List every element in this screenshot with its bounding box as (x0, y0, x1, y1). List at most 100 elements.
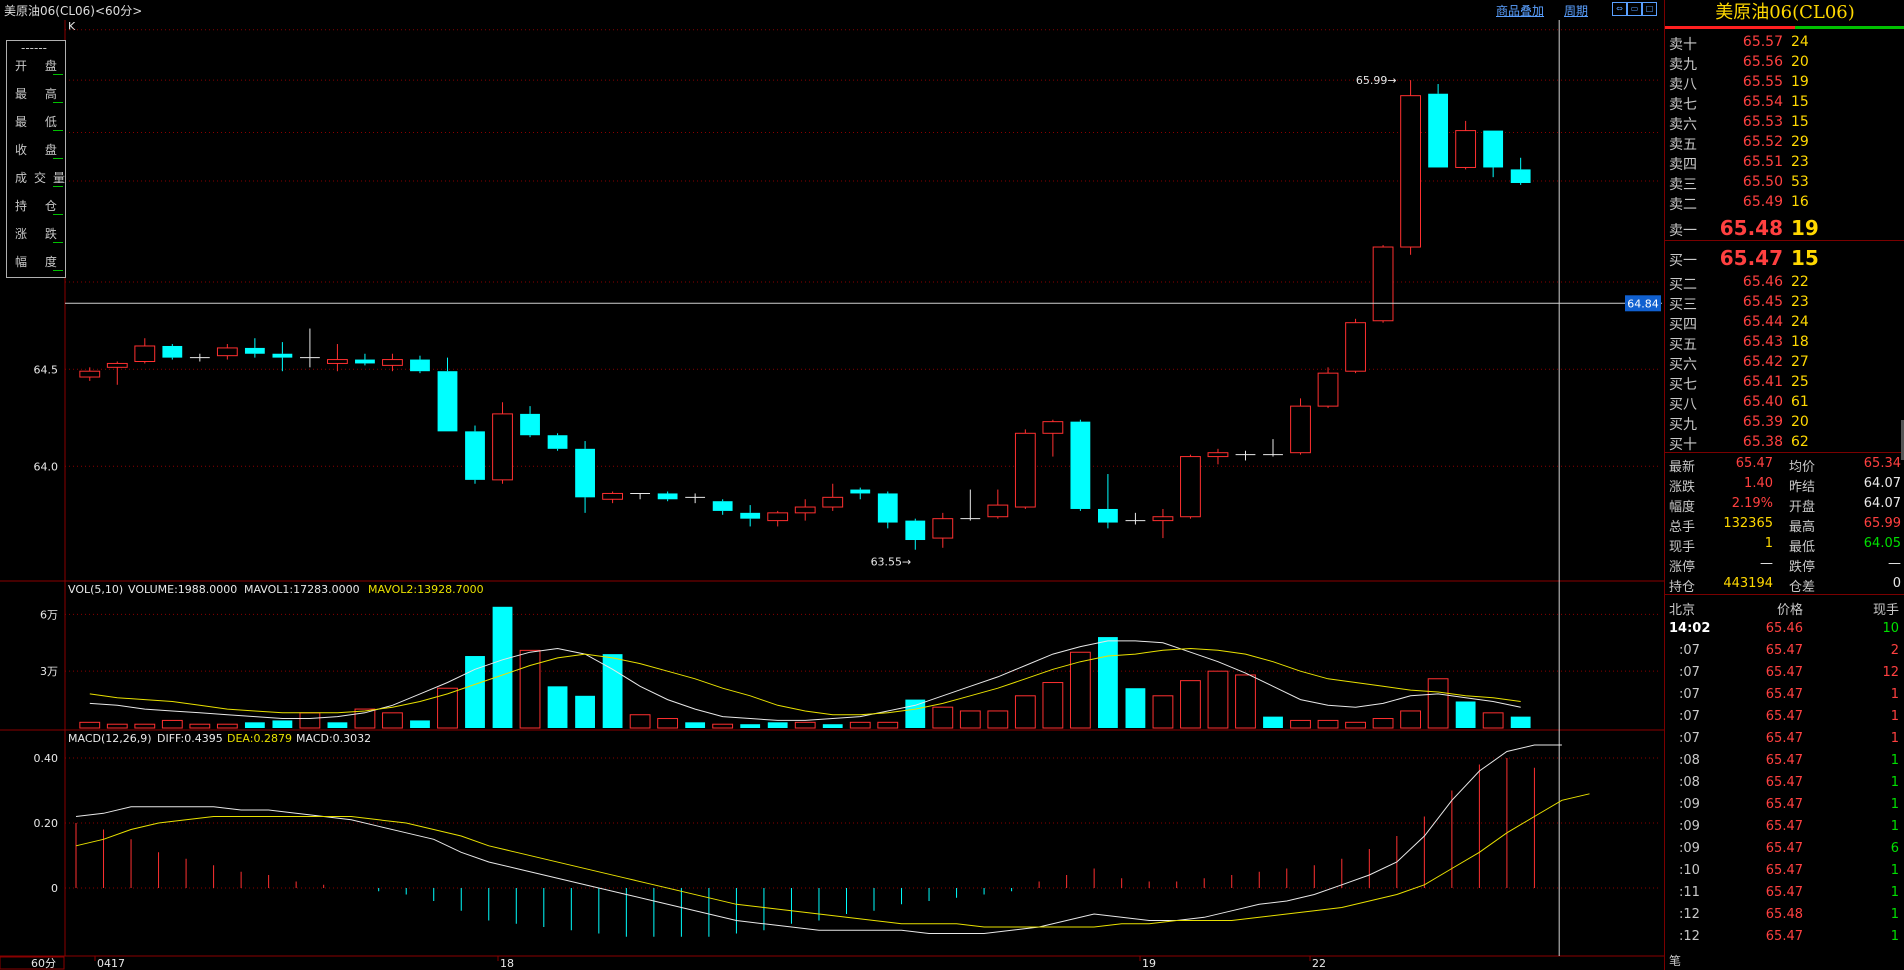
stat-label: 涨跌 (1669, 480, 1696, 495)
info-underline (53, 158, 63, 159)
tick-time: :09 (1679, 797, 1700, 812)
candle-up (987, 504, 1009, 518)
orderbook-vol: 22 (1791, 274, 1809, 290)
buy-level[interactable]: 买四 65.44 24 (1665, 312, 1904, 333)
sell-level[interactable]: 卖五 65.52 29 (1665, 132, 1904, 153)
orderbook-vol: 61 (1791, 394, 1809, 410)
tick-volume: 2 (1890, 643, 1899, 658)
info-row: 涨 跌 (7, 223, 65, 247)
info-underline (53, 270, 63, 271)
candle-down (850, 489, 871, 494)
orderbook-price: 65.42 (1742, 354, 1783, 370)
buy-level[interactable]: 买十 65.38 62 (1665, 432, 1904, 453)
info-label: 最 低 (15, 115, 64, 129)
volume-bar (299, 712, 321, 729)
sell-level[interactable]: 卖三 65.50 53 (1665, 172, 1904, 193)
title-bar: 美原油06(CL06)<60分> 商品叠加 周期 ⇔ ▭ □ (0, 0, 1662, 19)
tick-header: 北京 价格 现手 (1665, 596, 1904, 618)
orderbook-label: 买九 (1669, 417, 1697, 433)
orderbook-price: 65.52 (1742, 134, 1783, 150)
stat-row: 涨停 — 跌停 — (1665, 554, 1904, 575)
volume-bar (657, 718, 679, 729)
period-link[interactable]: 周期 (1564, 2, 1588, 19)
tick-price: 65.47 (1765, 841, 1803, 856)
info-label: 收 盘 (15, 143, 64, 157)
volume-bar (1482, 712, 1504, 729)
tick-row: :08 65.47 1 (1665, 772, 1904, 794)
maximize-icon[interactable]: □ (1642, 2, 1657, 16)
stat-value: 64.07 (1863, 476, 1901, 491)
volume-bar (519, 649, 541, 729)
tick-tab[interactable]: 笔 (1669, 952, 1681, 969)
macd-ytick: 0 (51, 882, 58, 895)
sell-level[interactable]: 卖九 65.56 20 (1665, 52, 1904, 73)
candle-up (79, 370, 101, 378)
ohlc-info-box: ------ 开 盘最 高最 低收 盘成交量持 仓涨 跌幅 度 (6, 40, 66, 278)
restore-icon[interactable]: ⇔ (1612, 2, 1627, 16)
candle-down (465, 431, 485, 480)
sell-level[interactable]: 卖一 65.48 19 (1665, 216, 1904, 240)
volume-bar (1125, 688, 1146, 728)
stat-value: 443194 (1723, 576, 1773, 591)
volume-bar (1400, 710, 1421, 729)
candle-up (1372, 246, 1394, 322)
sell-level[interactable]: 卖八 65.55 19 (1665, 72, 1904, 93)
tick-row: 14:02 65.46 10 (1665, 618, 1904, 640)
tick-header-cell: 北京 (1669, 603, 1696, 618)
info-label: 持 仓 (15, 199, 64, 213)
tick-price: 65.47 (1765, 753, 1803, 768)
tick-price: 65.47 (1765, 929, 1803, 944)
sell-level[interactable]: 卖十 65.57 24 (1665, 32, 1904, 53)
xaxis-label: 19 (1142, 957, 1156, 970)
sell-level[interactable]: 卖二 65.49 16 (1665, 192, 1904, 213)
info-underline (53, 186, 63, 187)
minimize-icon[interactable]: ▭ (1627, 2, 1642, 16)
buy-level[interactable]: 买二 65.46 22 (1665, 272, 1904, 293)
volume-bar (547, 686, 568, 728)
tick-volume: 1 (1890, 863, 1899, 878)
volume-bar (1317, 719, 1339, 729)
macd-header-macd: MACD:0.3032 (296, 732, 371, 745)
volume-bar (1263, 716, 1283, 728)
stat-label: 最高 (1789, 520, 1816, 535)
orderbook-label: 买七 (1669, 377, 1697, 393)
buy-level[interactable]: 买三 65.45 23 (1665, 292, 1904, 313)
stat-label: 最低 (1789, 540, 1816, 555)
sell-level[interactable]: 卖四 65.51 23 (1665, 152, 1904, 173)
vol-header-volume: VOLUME:1988.0000 (128, 583, 237, 596)
buy-level[interactable]: 买七 65.41 25 (1665, 372, 1904, 393)
chart-area[interactable]: K 64.5 64.0 65.99→ 63.55→ 64.84 VOL(5,10) VOLUM… (0, 18, 1664, 970)
tick-price: 65.47 (1765, 885, 1803, 900)
orderbook-vol: 27 (1791, 354, 1809, 370)
volume-bar (575, 695, 595, 728)
tick-price: 65.47 (1765, 709, 1803, 724)
tick-time: :07 (1679, 731, 1700, 746)
volume-bar (1427, 678, 1449, 729)
candle-down (437, 371, 458, 432)
orderbook-label: 买一 (1669, 253, 1697, 269)
sell-level[interactable]: 卖六 65.53 15 (1665, 112, 1904, 133)
vol-header-name: VOL(5,10) (68, 583, 123, 596)
tick-price: 65.48 (1765, 907, 1803, 922)
buy-level[interactable]: 买八 65.40 61 (1665, 392, 1904, 413)
sell-strength-bar (1665, 26, 1795, 29)
buy-level[interactable]: 买一 65.47 15 (1665, 246, 1904, 270)
buy-level[interactable]: 买六 65.42 27 (1665, 352, 1904, 373)
buy-level[interactable]: 买五 65.43 18 (1665, 332, 1904, 353)
product-overlay-link[interactable]: 商品叠加 (1496, 2, 1544, 19)
buy-level[interactable]: 买九 65.39 20 (1665, 412, 1904, 433)
tick-price: 65.47 (1765, 819, 1803, 834)
orderbook-price: 65.48 (1719, 216, 1783, 240)
info-row: 最 高 (7, 83, 65, 107)
candle-up (106, 362, 128, 368)
tick-time: :07 (1679, 665, 1700, 680)
sell-level[interactable]: 卖七 65.54 15 (1665, 92, 1904, 113)
orderbook-label: 买四 (1669, 317, 1697, 333)
candle-down (905, 520, 926, 541)
candle-down (355, 359, 375, 364)
candle-up (1042, 421, 1064, 434)
info-row: 最 低 (7, 111, 65, 135)
tick-volume: 1 (1890, 731, 1899, 746)
volume-bar (189, 723, 211, 729)
orderbook-price: 65.41 (1742, 374, 1783, 390)
